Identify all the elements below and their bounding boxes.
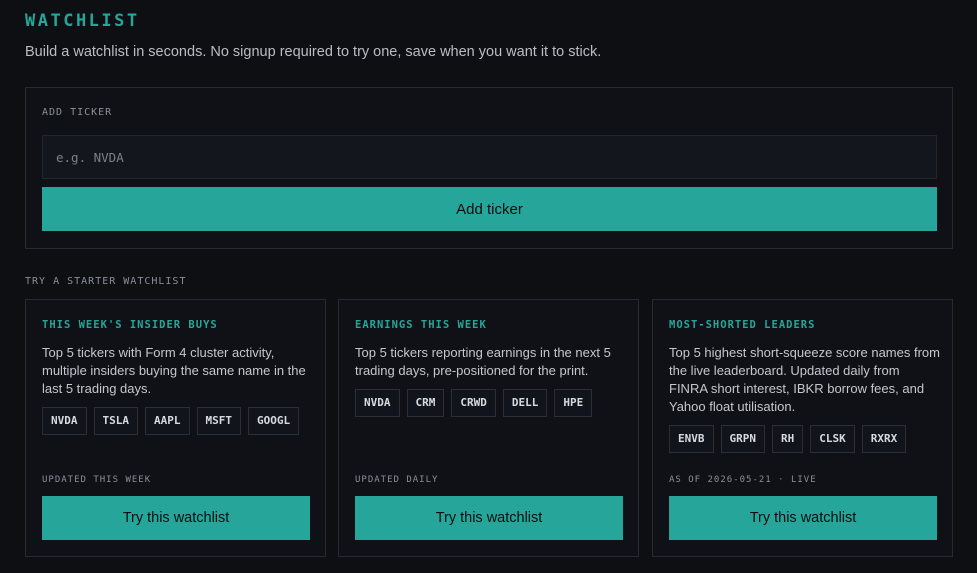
ticker-chip: HPE [554,389,593,417]
card-update-status: UPDATED THIS WEEK [42,475,152,485]
add-ticker-label: ADD TICKER [42,107,113,118]
ticker-chip-list: ENVB GRPN RH CLSK RXRX [669,425,907,453]
card-description: Top 5 tickers with Form 4 cluster activi… [42,345,306,396]
card-update-status: AS OF 2026-05-21 · LIVE [669,475,817,485]
page-subtitle: Build a watchlist in seconds. No signup … [25,44,602,60]
ticker-chip: RH [772,425,804,453]
starter-card-earnings: EARNINGS THIS WEEK Top 5 tickers reporti… [338,299,639,557]
starter-card-most-shorted: MOST-SHORTED LEADERS Top 5 highest short… [652,299,953,557]
card-title: EARNINGS THIS WEEK [355,319,487,331]
card-update-status: UPDATED DAILY [355,475,439,485]
ticker-chip: GOOGL [248,407,300,435]
ticker-input[interactable] [42,135,937,179]
ticker-chip-list: NVDA TSLA AAPL MSFT GOOGL [42,407,300,435]
card-description: Top 5 tickers reporting earnings in the … [355,345,611,378]
add-ticker-panel: ADD TICKER Add ticker [25,87,953,249]
ticker-chip: NVDA [42,407,87,435]
try-watchlist-button[interactable]: Try this watchlist [669,496,937,540]
ticker-chip: ENVB [669,425,714,453]
ticker-chip-list: NVDA CRM CRWD DELL HPE [355,389,593,417]
page-title: WATCHLIST [25,11,140,31]
ticker-chip: MSFT [196,407,241,435]
ticker-chip: AAPL [145,407,190,435]
try-watchlist-button[interactable]: Try this watchlist [42,496,310,540]
card-title: MOST-SHORTED LEADERS [669,319,816,331]
card-description: Top 5 highest short-squeeze score names … [669,345,940,414]
ticker-chip: CLSK [810,425,855,453]
ticker-chip: NVDA [355,389,400,417]
ticker-chip: CRM [406,389,445,417]
ticker-chip: GRPN [720,425,765,453]
starter-watchlist-label: TRY A STARTER WATCHLIST [25,276,187,287]
ticker-chip: DELL [502,389,548,417]
try-watchlist-button[interactable]: Try this watchlist [355,496,623,540]
ticker-chip: RXRX [861,425,907,453]
add-ticker-button[interactable]: Add ticker [42,187,937,231]
watchlist-page: WATCHLIST Build a watchlist in seconds. … [0,0,977,573]
ticker-chip: CRWD [451,389,496,417]
ticker-chip: TSLA [93,407,138,435]
card-title: THIS WEEK'S INSIDER BUYS [42,319,218,331]
starter-card-insider-buys: THIS WEEK'S INSIDER BUYS Top 5 tickers w… [25,299,326,557]
